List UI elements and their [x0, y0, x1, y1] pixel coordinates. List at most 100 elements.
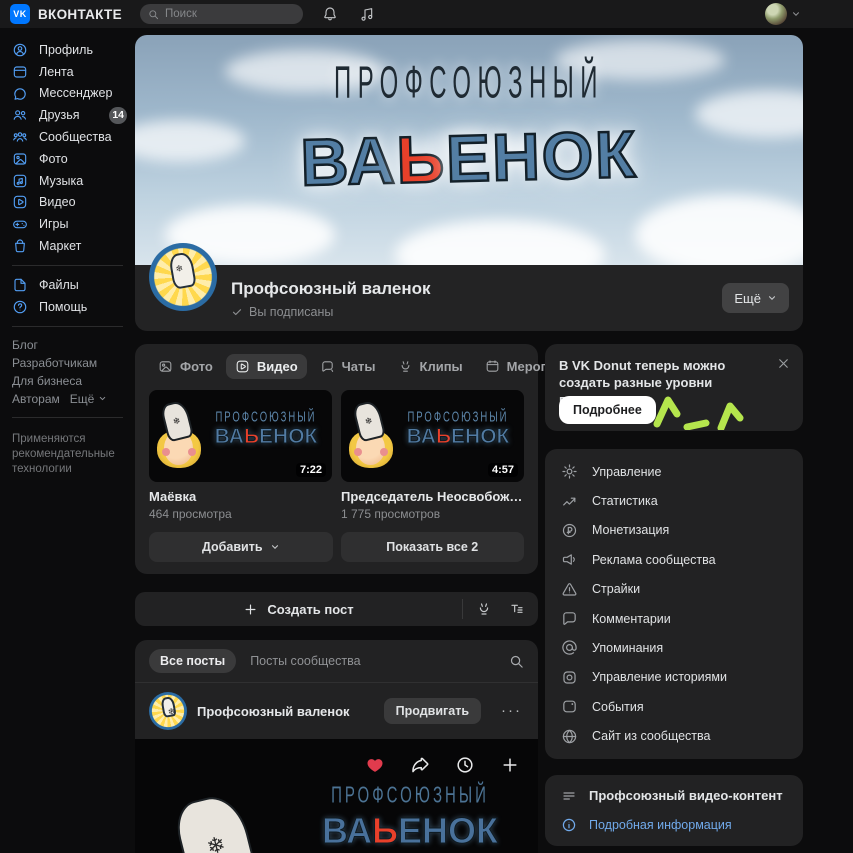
- market-icon: [12, 238, 28, 254]
- donut-details-button[interactable]: Подробнее: [559, 396, 656, 424]
- manage-item-label: Упоминания: [592, 641, 663, 655]
- account-menu[interactable]: [765, 3, 801, 25]
- community-management-menu: Управление СтатистикаМонетизацияРеклама с…: [545, 449, 803, 759]
- manage-item-warning[interactable]: Страйки: [545, 575, 803, 604]
- post-image-actions: [365, 755, 520, 775]
- sidebar-item[interactable]: Помощь: [0, 296, 135, 318]
- video-title[interactable]: Председатель Неосвобожденный: [341, 489, 524, 504]
- video-views: 464 просмотра: [149, 507, 332, 521]
- filter-all-posts[interactable]: Все посты: [149, 649, 236, 673]
- chevron-down-icon: [98, 394, 107, 403]
- sidebar-item[interactable]: Профиль: [0, 39, 135, 61]
- posts-card: Все посты Посты сообщества Профсоюзный в…: [135, 640, 538, 853]
- tab-clips[interactable]: Клипы: [389, 354, 472, 379]
- community-cover-image: ПРОФСОЮЗНЫЙ ВАЬЕНОК: [135, 35, 803, 265]
- manage-item-globe[interactable]: Сайт из сообщества: [545, 721, 803, 750]
- sidebar-item-label: Фото: [39, 152, 68, 166]
- sidebar-link[interactable]: Разработчикам: [12, 355, 97, 371]
- sidebar-item[interactable]: Мессенджер: [0, 83, 135, 105]
- chevron-down-icon: [791, 9, 801, 19]
- megaphone-icon: [561, 551, 578, 568]
- manage-item-events[interactable]: События: [545, 692, 803, 721]
- sidebar-link-more[interactable]: Ещё: [70, 391, 108, 407]
- video-thumbnail[interactable]: ❄ПРОФСОЮЗНЫЙВАЬЕНОК4:57: [341, 390, 524, 482]
- vk-wordmark[interactable]: ВКОНТАКТЕ: [38, 7, 122, 22]
- sidebar-item-label: Профиль: [39, 43, 93, 57]
- add-video-button[interactable]: Добавить: [149, 532, 333, 562]
- manage-item-stats[interactable]: Статистика: [545, 486, 803, 515]
- tab-label: Фото: [180, 359, 213, 374]
- post-author-name[interactable]: Профсоюзный валенок: [197, 704, 350, 719]
- right-column: В VK Donut теперь можно создать разные у…: [545, 344, 803, 853]
- sidebar-link[interactable]: Авторам: [12, 391, 60, 407]
- sidebar-item[interactable]: Музыка: [0, 170, 135, 192]
- video-title[interactable]: Маёвка: [149, 489, 332, 504]
- sidebar-item-label: Видео: [39, 195, 76, 209]
- post-art-title: ПРОФСОЮЗНЫЙ ВАЬЕНОК: [295, 787, 525, 852]
- mention-icon: [561, 639, 578, 656]
- global-search[interactable]: [140, 4, 303, 24]
- manage-item-mention[interactable]: Упоминания: [545, 633, 803, 662]
- chevron-down-icon: [270, 542, 280, 552]
- clock-icon[interactable]: [455, 755, 475, 775]
- promote-button[interactable]: Продвигать: [384, 698, 481, 724]
- red-boot-letter: Ь: [436, 425, 451, 448]
- gear-icon: [561, 463, 578, 480]
- post-image[interactable]: ❄ ПРОФСОЮЗНЫЙ ВАЬЕНОК: [135, 739, 538, 853]
- tab-video[interactable]: Видео: [226, 354, 307, 379]
- profile-icon: [12, 42, 28, 58]
- sidebar-link[interactable]: Блог: [12, 337, 38, 353]
- tab-label: Клипы: [420, 359, 463, 374]
- community-more-button[interactable]: Ещё: [722, 283, 789, 313]
- close-icon[interactable]: [776, 356, 791, 371]
- plus-icon[interactable]: [500, 755, 520, 775]
- sidebar-item[interactable]: Файлы: [0, 274, 135, 296]
- video-thumbnail[interactable]: ❄ПРОФСОЮЗНЫЙВАЬЕНОК7:22: [149, 390, 332, 482]
- vk-logo[interactable]: VK: [10, 4, 30, 24]
- community-header-card: ПРОФСОЮЗНЫЙ ВАЬЕНОК Профсоюзный валенок …: [135, 35, 803, 331]
- manage-item-stories[interactable]: Управление историями: [545, 663, 803, 692]
- posts-search-icon[interactable]: [509, 654, 524, 669]
- tab-chats[interactable]: Чаты: [311, 354, 385, 379]
- warning-icon: [561, 581, 578, 598]
- post-menu-ellipsis[interactable]: ···: [501, 706, 522, 716]
- manage-item-megaphone[interactable]: Реклама сообщества: [545, 545, 803, 574]
- like-heart-icon[interactable]: [365, 755, 385, 775]
- sidebar-item[interactable]: Фото: [0, 148, 135, 170]
- create-post-button[interactable]: Создать пост: [135, 602, 462, 617]
- clip-icon[interactable]: [476, 601, 492, 617]
- divider: [12, 417, 123, 418]
- sidebar-item[interactable]: Видео: [0, 192, 135, 214]
- recommendation-footnote: Применяются рекомендательные технологии: [0, 426, 130, 483]
- sidebar-item[interactable]: Лента: [0, 61, 135, 83]
- main-content: ПРОФСОЮЗНЫЙ ВАЬЕНОК Профсоюзный валенок …: [135, 28, 803, 853]
- communities-icon: [12, 129, 28, 145]
- sidebar-item[interactable]: Друзья14: [0, 104, 135, 126]
- money-icon: [561, 522, 578, 539]
- manage-item-comment[interactable]: Комментарии: [545, 604, 803, 633]
- sidebar-item[interactable]: Маркет: [0, 235, 135, 257]
- user-avatar[interactable]: [765, 3, 787, 25]
- feed-icon: [12, 64, 28, 80]
- post-author-avatar[interactable]: [149, 692, 187, 730]
- search-input[interactable]: [165, 8, 275, 20]
- sidebar-item[interactable]: Игры: [0, 213, 135, 235]
- community-avatar[interactable]: [149, 243, 217, 311]
- counter-badge: 14: [109, 107, 127, 124]
- show-all-videos-button[interactable]: Показать все 2: [341, 532, 525, 562]
- tab-photo[interactable]: Фото: [149, 354, 222, 379]
- music-note-icon[interactable]: [359, 6, 375, 22]
- videos-grid: ❄ПРОФСОЮЗНЫЙВАЬЕНОК7:22 Маёвка 464 просмот…: [149, 390, 524, 521]
- manage-item-gear[interactable]: Управление: [545, 457, 803, 486]
- notifications-bell-icon[interactable]: [322, 6, 338, 22]
- manage-item-money[interactable]: Монетизация: [545, 516, 803, 545]
- comment-icon: [561, 610, 578, 627]
- text-post-icon[interactable]: [509, 601, 525, 617]
- sidebar-link[interactable]: Для бизнеса: [12, 373, 82, 389]
- manage-item-label: Управление: [592, 465, 662, 479]
- filter-community-posts[interactable]: Посты сообщества: [250, 654, 360, 668]
- sidebar-item[interactable]: Сообщества: [0, 126, 135, 148]
- community-content-card: ФотоВидеоЧатыКлипыМероприятия ❄ПРОФСОЮЗН…: [135, 344, 538, 574]
- share-icon[interactable]: [410, 755, 430, 775]
- detailed-info-link[interactable]: Подробная информация: [561, 817, 787, 833]
